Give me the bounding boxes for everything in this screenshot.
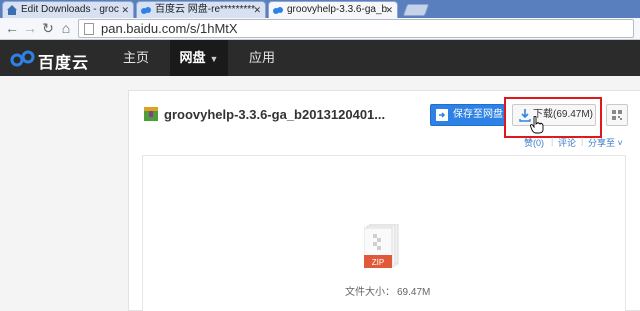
save-to-netdisk-button[interactable]: 保存至网盘: [430, 104, 505, 126]
nav-item-apps[interactable]: 应用: [236, 40, 288, 76]
chevron-down-icon: ˅: [615, 138, 623, 148]
site-header: 百度云 主页 网盘 ▼ 应用: [0, 40, 640, 76]
nav-label: 主页: [122, 50, 149, 65]
chevron-down-icon: ▼: [209, 54, 219, 64]
close-tab-icon[interactable]: ✕: [121, 2, 129, 18]
qr-code-button[interactable]: [606, 104, 628, 126]
file-size-text: 文件大小： 69.47M: [345, 283, 430, 298]
close-tab-icon[interactable]: ✕: [385, 2, 393, 18]
hand-cursor-icon: [530, 116, 544, 134]
logo-text[interactable]: 百度云: [38, 49, 89, 73]
save-label: 保存至网盘: [453, 109, 503, 120]
tab-label: 百度云 网盘-re*********n6: [155, 4, 255, 15]
comment-label: 评论: [558, 138, 577, 148]
download-highlight-box: [504, 97, 602, 138]
reload-icon[interactable]: ↻: [40, 20, 56, 36]
page-icon: [84, 23, 94, 35]
separator: |: [551, 136, 554, 146]
tab-label: groovyhelp-3.3.6-ga_b2: [287, 4, 387, 15]
share-link[interactable]: 分享至 ˅: [588, 136, 623, 149]
archive-file-icon: [144, 107, 158, 121]
nav-item-home[interactable]: 主页: [110, 40, 162, 76]
home-favicon-icon: [7, 5, 17, 15]
qr-code-icon: [612, 110, 622, 120]
save-arrow-icon: [436, 109, 448, 121]
comment-link[interactable]: 评论: [558, 136, 576, 149]
tab-label: Edit Downloads - groc: [21, 4, 119, 15]
close-tab-icon[interactable]: ✕: [253, 2, 261, 18]
like-link[interactable]: 赞(0): [524, 136, 544, 149]
nav-label: 网盘: [179, 50, 206, 65]
browser-toolbar: ← → ↻ ⌂ pan.baidu.com/s/1hMtX: [0, 18, 640, 40]
file-size-label: 文件大小：: [345, 287, 395, 298]
share-label: 分享至: [588, 138, 616, 148]
zip-file-icon: ZIP: [364, 224, 399, 268]
url-text: pan.baidu.com/s/1hMtX: [101, 21, 238, 36]
like-label: 赞(0): [524, 138, 544, 148]
home-icon[interactable]: ⌂: [58, 20, 74, 36]
file-title: groovyhelp-3.3.6-ga_b2013120401...: [164, 107, 386, 122]
browser-tab-baidu-netdisk[interactable]: 百度云 网盘-re*********n6 ✕: [136, 1, 266, 18]
back-arrow-icon[interactable]: ←: [4, 20, 20, 36]
new-tab-button[interactable]: [402, 4, 430, 16]
forward-arrow-icon[interactable]: →: [22, 20, 38, 36]
zip-label: ZIP: [372, 258, 384, 267]
file-size-value: 69.47M: [397, 287, 431, 298]
baidu-cloud-favicon-icon: [141, 7, 151, 14]
nav-item-netdisk[interactable]: 网盘 ▼: [170, 40, 228, 76]
nav-label: 应用: [248, 50, 275, 65]
baidu-cloud-favicon-icon: [273, 7, 283, 14]
browser-tab-edit-downloads[interactable]: Edit Downloads - groc ✕: [2, 1, 134, 18]
browser-tab-strip: Edit Downloads - groc ✕ 百度云 网盘-re*******…: [0, 0, 640, 19]
separator: |: [581, 136, 584, 146]
address-bar[interactable]: pan.baidu.com/s/1hMtX: [78, 19, 634, 38]
baidu-cloud-logo-icon[interactable]: [10, 48, 36, 68]
browser-tab-groovyhelp[interactable]: groovyhelp-3.3.6-ga_b2 ✕: [268, 1, 398, 19]
